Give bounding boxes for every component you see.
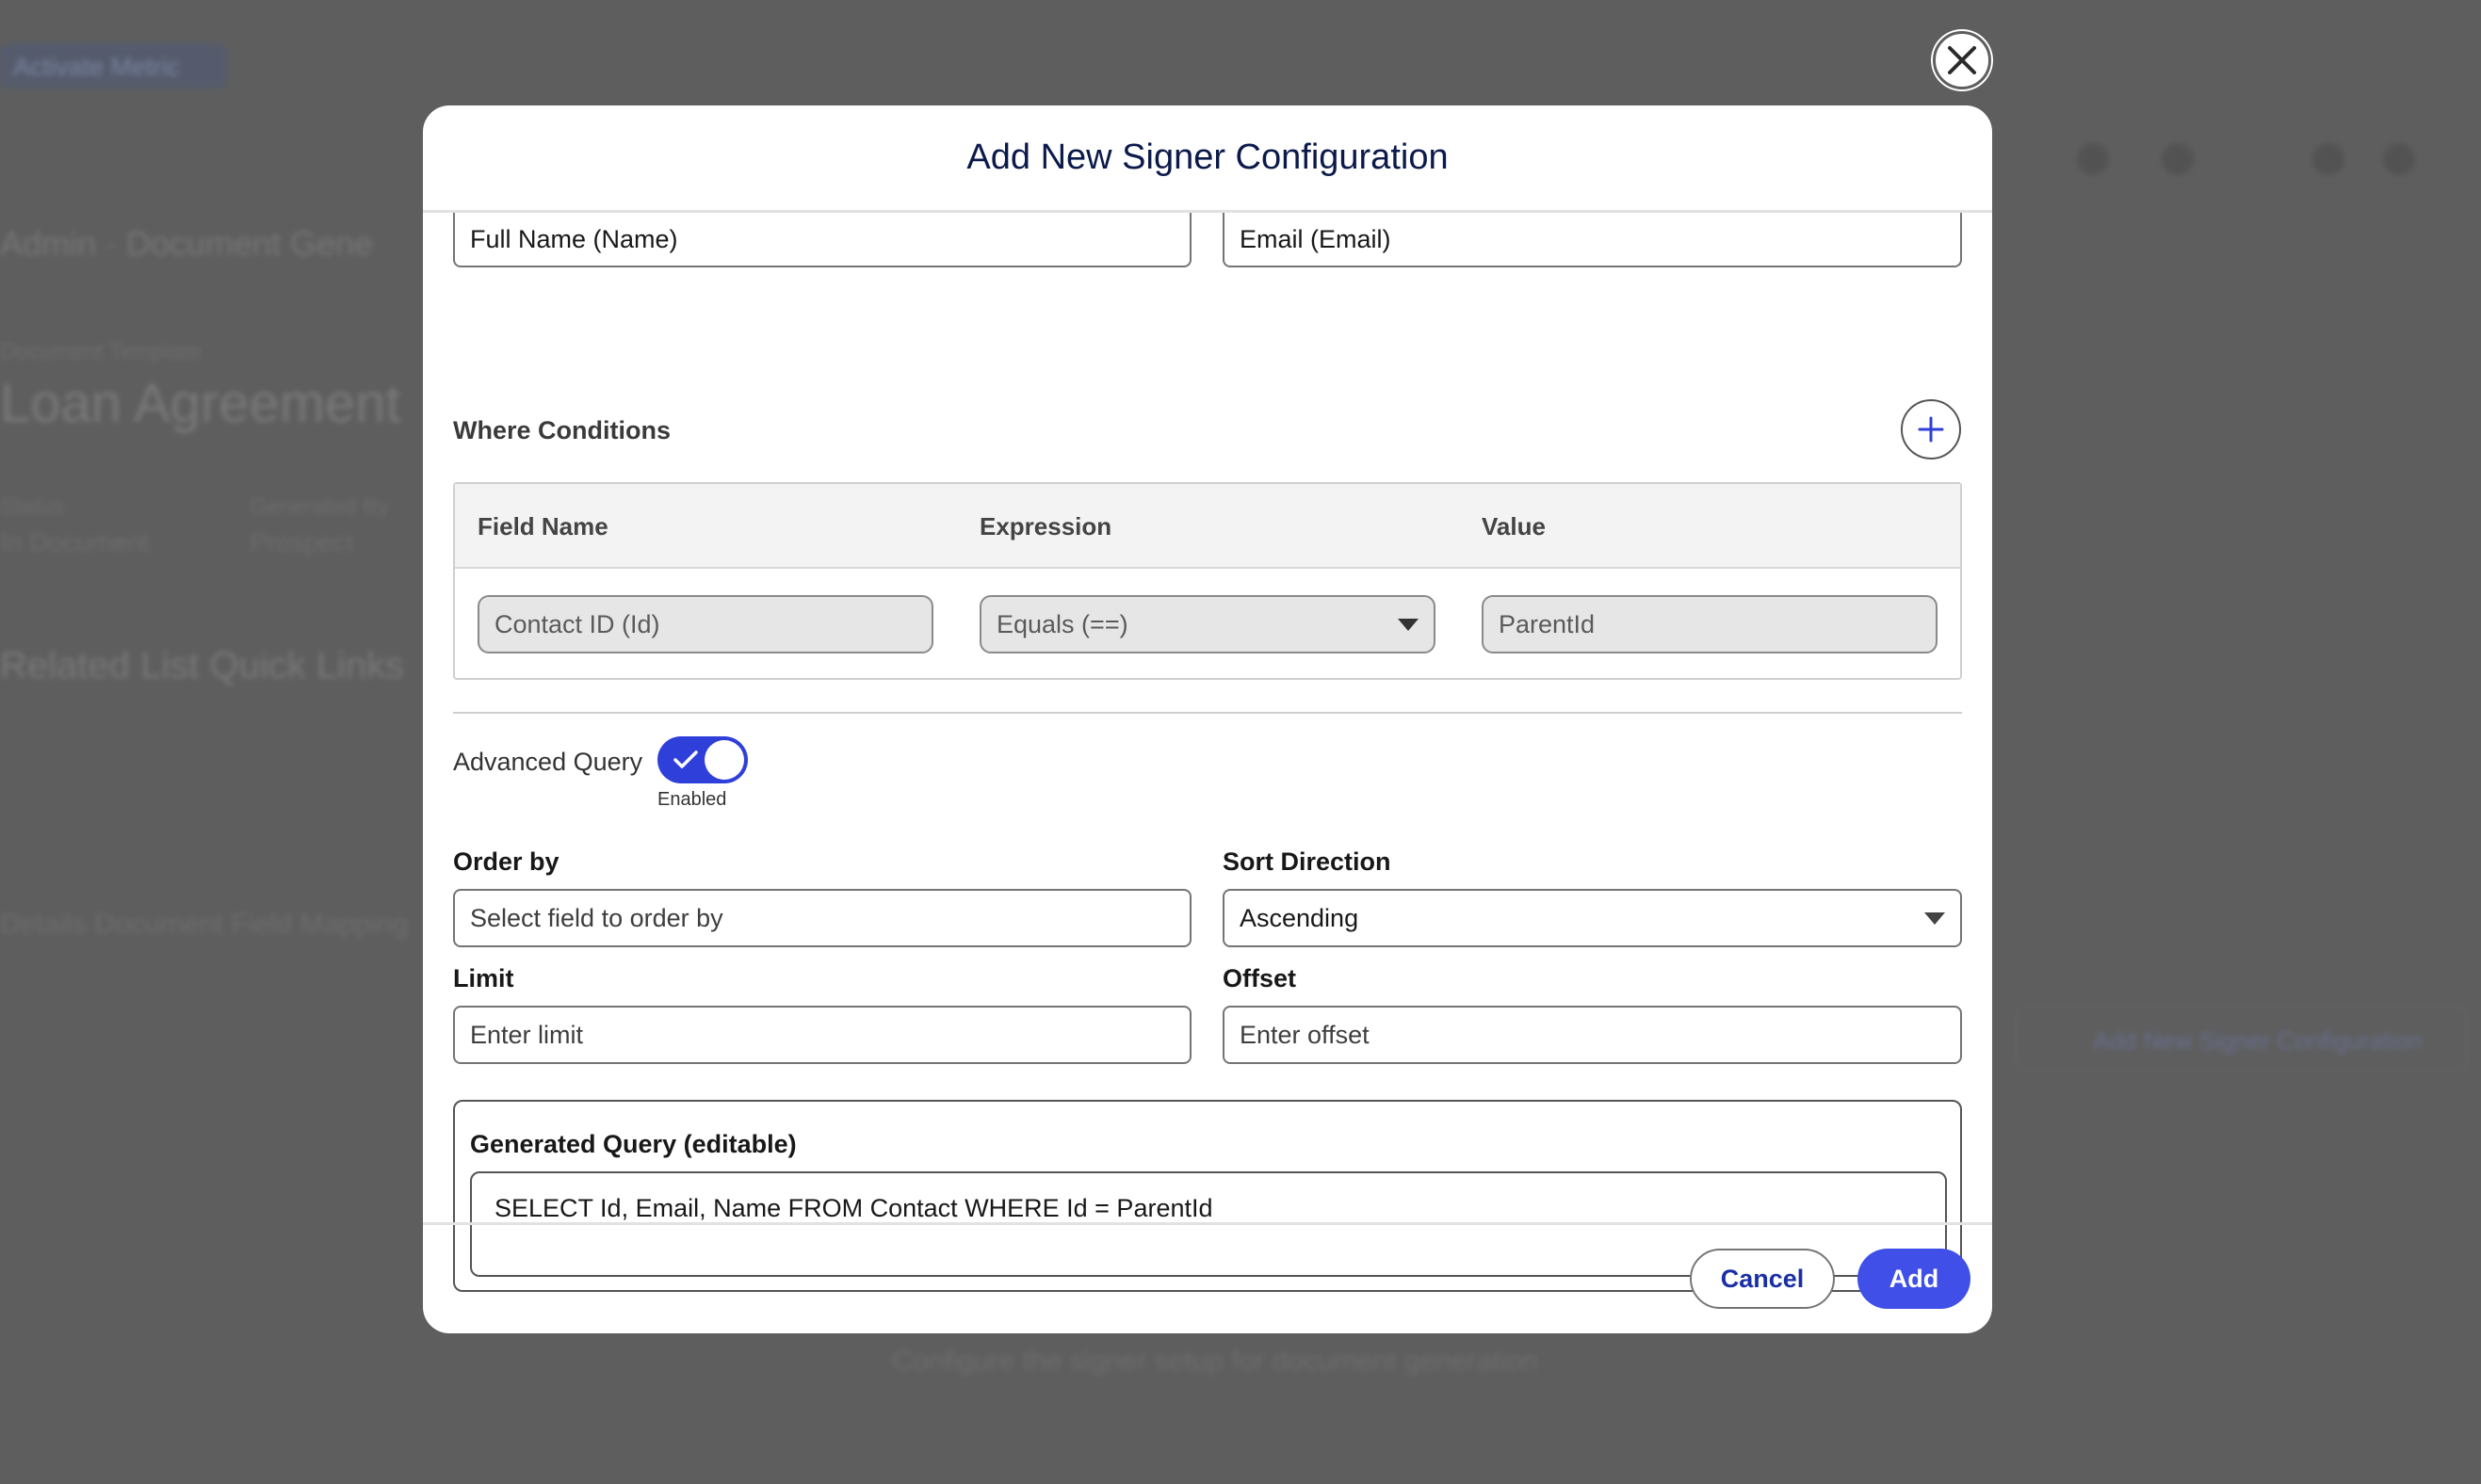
condition-expression-value: Equals (==) (997, 609, 1128, 638)
background-small-label: Document Template (0, 339, 201, 364)
where-conditions-title: Where Conditions (453, 416, 671, 444)
background-icon (2312, 143, 2344, 175)
table-header: Field Name Expression Value (455, 484, 1960, 569)
plus-icon (1918, 416, 1944, 443)
limit-placeholder: Enter limit (470, 1020, 584, 1049)
condition-field-name-value: Contact ID (Id) (495, 609, 660, 638)
offset-input[interactable]: Enter offset (1223, 1006, 1962, 1064)
modal-body: Full Name (Name) Email (Email) Where Con… (423, 213, 1992, 1292)
background-breadcrumb: Admin · Document Gene (0, 224, 374, 263)
chevron-down-icon (1398, 619, 1419, 631)
order-by-placeholder: Select field to order by (470, 903, 723, 932)
sort-direction-select[interactable]: Ascending (1223, 889, 1962, 947)
signer-config-modal: Add New Signer Configuration Full Name (… (423, 105, 1992, 1333)
background-field1-label: Status (0, 494, 65, 520)
modal-footer: Cancel Add (423, 1222, 1992, 1333)
background-icon (2162, 143, 2194, 175)
background-tabs: Details Document Field Mapping (0, 909, 409, 940)
condition-field-name-input[interactable]: Contact ID (Id) (478, 595, 933, 653)
close-icon (1948, 46, 1976, 74)
email-field[interactable]: Email (Email) (1223, 213, 1962, 267)
section-divider (453, 712, 1962, 714)
offset-placeholder: Enter offset (1240, 1020, 1370, 1049)
background-field2-label: Generated By (250, 494, 390, 520)
order-by-input[interactable]: Select field to order by (453, 889, 1192, 947)
add-condition-button[interactable] (1901, 399, 1961, 460)
background-icon (2383, 143, 2415, 175)
cancel-button[interactable]: Cancel (1690, 1249, 1835, 1309)
condition-value-value: ParentId (1499, 609, 1596, 638)
background-heading: Loan Agreement (0, 373, 401, 434)
check-icon (673, 750, 698, 768)
column-header-field-name: Field Name (478, 512, 608, 540)
modal-title: Add New Signer Configuration (966, 137, 1449, 177)
background-button: Add New Signer Configuration (2016, 1006, 2468, 1072)
name-field[interactable]: Full Name (Name) (453, 213, 1192, 267)
email-field-value: Email (Email) (1240, 224, 1391, 253)
background-quick-links: Related List Quick Links (0, 645, 405, 686)
generated-query-label: Generated Query (editable) (470, 1130, 797, 1158)
background-footer-text: Configure the signer setup for document … (892, 1346, 1538, 1377)
background-icon (2077, 143, 2109, 175)
column-header-expression: Expression (980, 512, 1112, 540)
condition-value-input[interactable]: ParentId (1482, 595, 1938, 653)
order-by-label: Order by (453, 847, 559, 876)
name-field-value: Full Name (Name) (470, 224, 678, 253)
sort-direction-value: Ascending (1240, 903, 1359, 932)
advanced-query-label: Advanced Query (453, 748, 643, 776)
condition-expression-select[interactable]: Equals (==) (980, 595, 1435, 653)
sort-direction-label: Sort Direction (1223, 847, 1391, 876)
where-conditions-table: Field Name Expression Value Contact ID (… (453, 482, 1962, 680)
background-pill: Activate Metric (0, 43, 226, 89)
limit-label: Limit (453, 964, 514, 992)
modal-header: Add New Signer Configuration (423, 105, 1992, 213)
chevron-down-icon (1924, 912, 1945, 925)
generated-query-value: SELECT Id, Email, Name FROM Contact WHER… (495, 1194, 1213, 1222)
offset-label: Offset (1223, 964, 1297, 992)
close-modal-button[interactable] (1933, 31, 1991, 89)
advanced-query-toggle[interactable] (657, 736, 748, 783)
background-field2-value: Prospect (250, 527, 354, 556)
background-field1-value: In Document (0, 527, 150, 556)
toggle-knob (705, 740, 744, 780)
add-button[interactable]: Add (1857, 1249, 1970, 1309)
column-header-value: Value (1482, 512, 1546, 540)
limit-input[interactable]: Enter limit (453, 1006, 1192, 1064)
advanced-query-status: Enabled (657, 789, 727, 810)
